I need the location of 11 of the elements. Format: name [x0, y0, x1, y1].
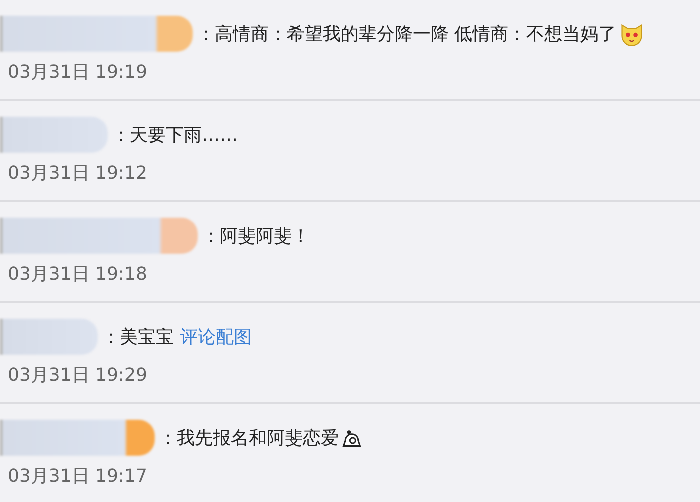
comment-time: 03月31日 19:12 [8, 162, 148, 185]
comment-time: 03月31日 19:17 [8, 465, 148, 488]
comment-time: 03月31日 19:18 [8, 263, 148, 286]
image-link[interactable]: 评论配图 [180, 325, 252, 349]
comment-time: 03月31日 19:29 [8, 364, 148, 387]
comment-text: ：美宝宝 [102, 326, 174, 349]
comment-text: ：我先报名和阿斐恋爱 [159, 427, 339, 450]
comment-text: ：阿斐阿斐！ [202, 225, 310, 248]
comment-text: ：高情商：希望我的辈分降一降 低情商：不想当妈了 [197, 23, 617, 46]
comment-text: ：天要下雨…… [112, 124, 238, 147]
comment-time: 03月31日 19:19 [8, 61, 148, 84]
